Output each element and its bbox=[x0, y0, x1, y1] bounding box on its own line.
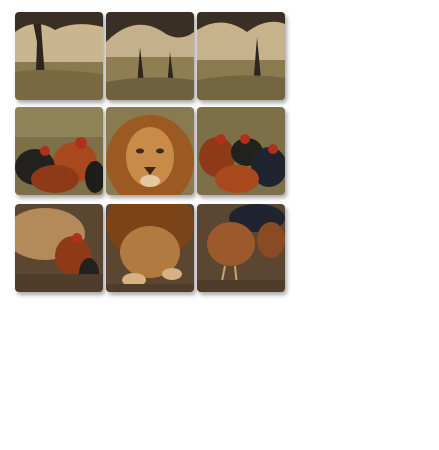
tile-top-right bbox=[197, 12, 285, 100]
tile-image-roosters bbox=[197, 107, 285, 195]
tile-image-lion-body bbox=[15, 204, 103, 292]
tile-top-center bbox=[106, 12, 194, 100]
tile-image-lion-head bbox=[106, 107, 194, 195]
tile-bottom-right bbox=[197, 204, 285, 292]
tile-bottom-left bbox=[15, 204, 103, 292]
tile-top-left bbox=[15, 12, 103, 100]
tile-bottom-center bbox=[106, 204, 194, 292]
tile-middle-right bbox=[197, 107, 285, 195]
tile-image-trees bbox=[106, 12, 194, 100]
tile-middle-center bbox=[106, 107, 194, 195]
tile-image-roosters bbox=[15, 107, 103, 195]
tile-image-trees bbox=[197, 12, 285, 100]
tile-image-trees bbox=[15, 12, 103, 100]
tile-image-lion-mane-paws bbox=[106, 204, 194, 292]
tile-middle-left bbox=[15, 107, 103, 195]
tile-image-hens bbox=[197, 204, 285, 292]
canvas-print-preview bbox=[0, 0, 439, 450]
